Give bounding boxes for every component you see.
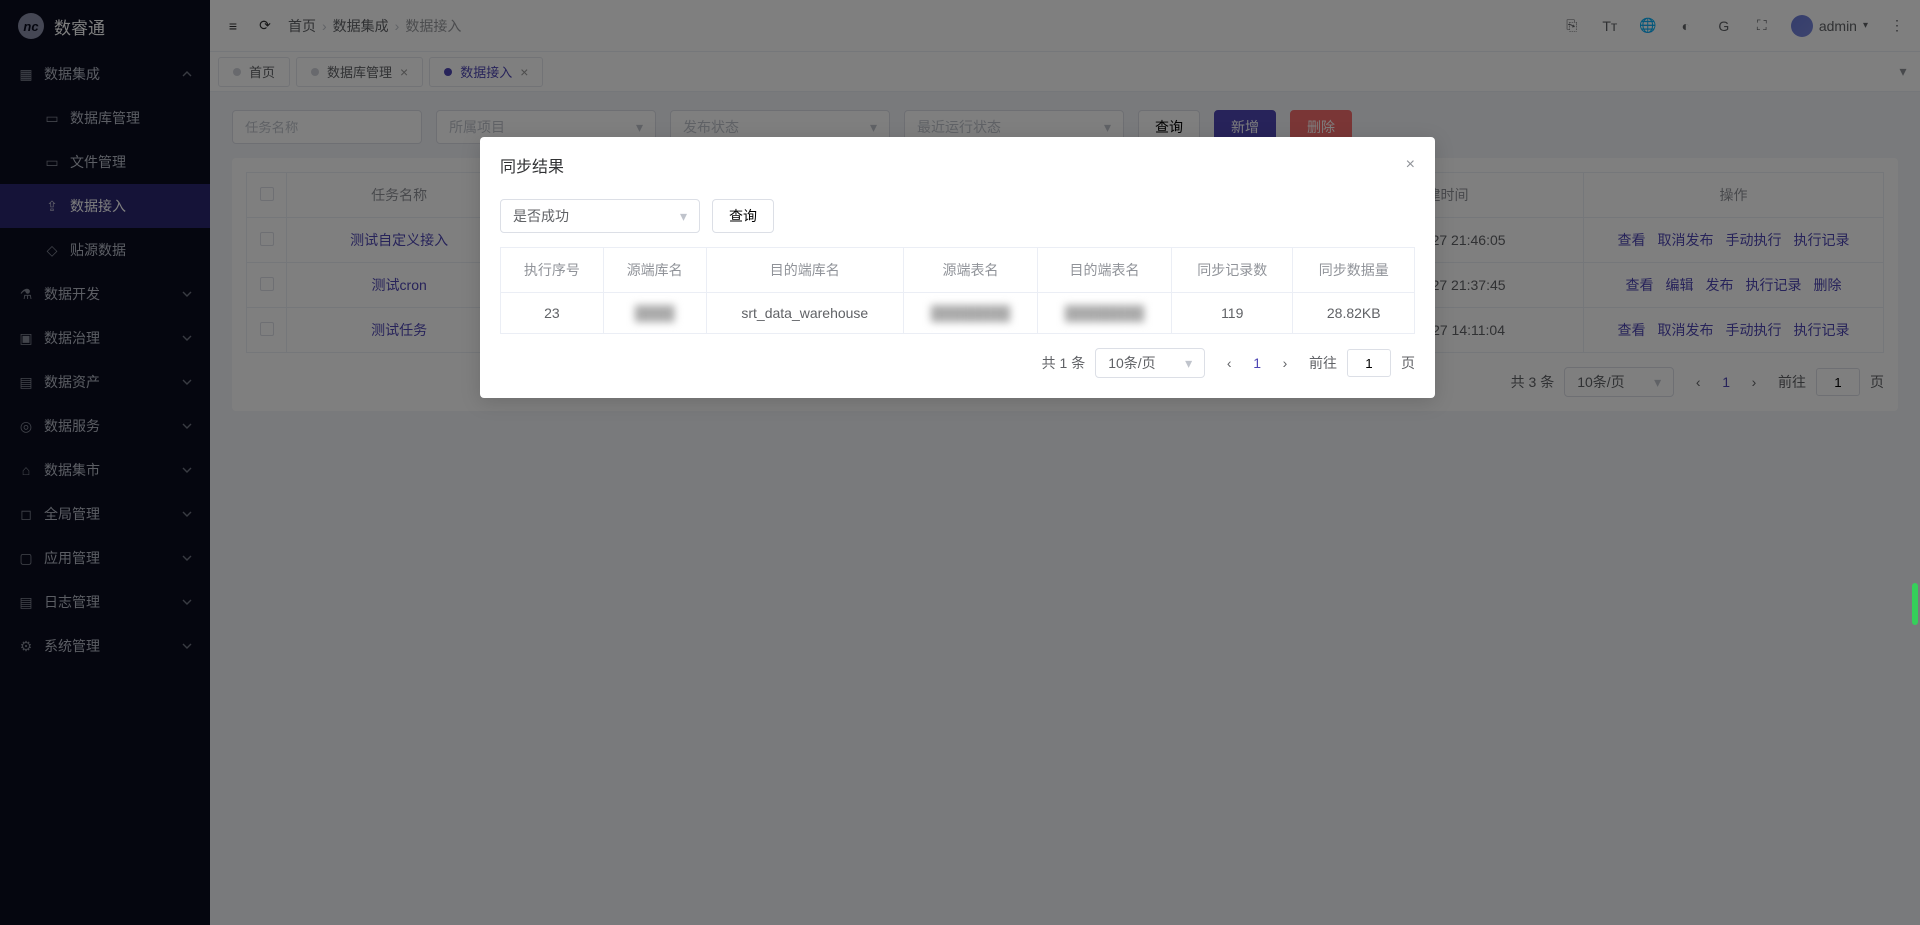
col-header: 同步记录数 <box>1171 248 1292 293</box>
col-header: 同步数据量 <box>1293 248 1415 293</box>
pager-page[interactable]: 1 <box>1253 355 1261 371</box>
pager-prev[interactable]: ‹ <box>1215 349 1243 377</box>
pager-goto-input[interactable] <box>1347 349 1391 377</box>
chevron-down-icon: ▾ <box>1185 355 1192 372</box>
table-row: 23████srt_data_warehouse████████████████… <box>501 293 1415 334</box>
success-select[interactable]: 是否成功▾ <box>500 199 700 233</box>
col-header: 源端表名 <box>904 248 1038 293</box>
col-header: 目的端库名 <box>706 248 903 293</box>
modal-title: 同步结果 <box>500 153 564 177</box>
col-header: 目的端表名 <box>1038 248 1172 293</box>
sync-result-modal: 同步结果 × 是否成功▾ 查询 执行序号源端库名目的端库名源端表名目的端表名同步… <box>480 137 1435 398</box>
pager-next[interactable]: › <box>1271 349 1299 377</box>
modal-pager: 共 1 条 10条/页▾ ‹ 1 › 前往 页 <box>500 348 1415 378</box>
side-indicator <box>1912 583 1918 625</box>
pager-suffix: 页 <box>1401 353 1415 373</box>
pager-goto-label: 前往 <box>1309 353 1337 373</box>
col-header: 执行序号 <box>501 248 604 293</box>
col-header: 源端库名 <box>603 248 706 293</box>
close-icon[interactable]: × <box>1406 156 1415 174</box>
pager-size[interactable]: 10条/页▾ <box>1095 348 1205 378</box>
modal-query-button[interactable]: 查询 <box>712 199 774 233</box>
pager-total: 共 1 条 <box>1042 353 1086 373</box>
chevron-down-icon: ▾ <box>680 208 687 225</box>
sync-result-table: 执行序号源端库名目的端库名源端表名目的端表名同步记录数同步数据量 23████s… <box>500 247 1415 334</box>
